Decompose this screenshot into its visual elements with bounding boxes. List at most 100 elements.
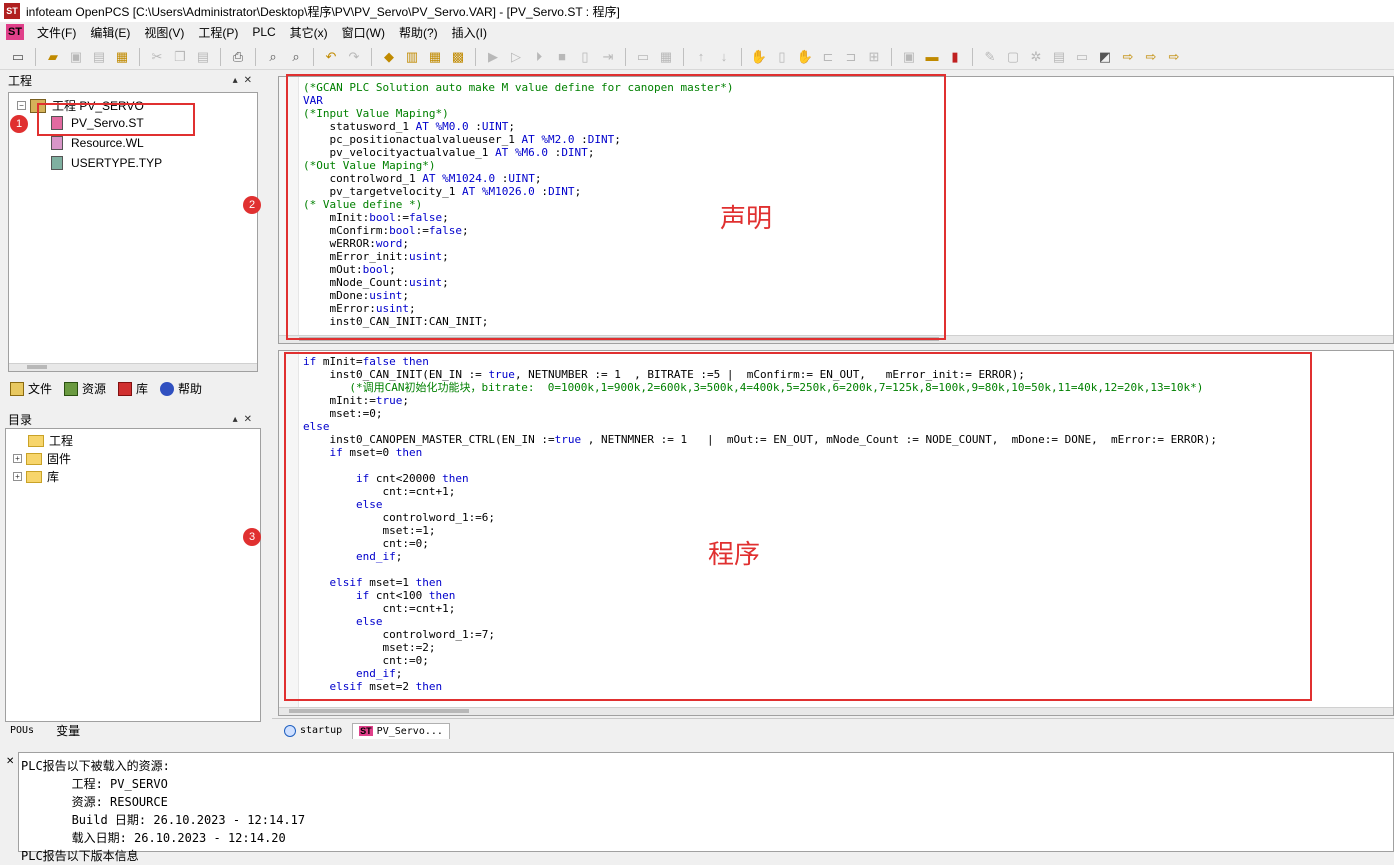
tab-variables[interactable]: 变量 bbox=[56, 722, 80, 739]
tab-label: 库 bbox=[136, 382, 149, 396]
arrow-up-icon[interactable]: ↑ bbox=[691, 47, 711, 67]
panel-controls-icon[interactable]: ▴✕ bbox=[233, 414, 258, 425]
tab-files[interactable]: 文件 bbox=[10, 380, 52, 397]
scroll-thumb[interactable] bbox=[289, 709, 469, 713]
highlight-box-file bbox=[37, 103, 195, 136]
save-icon[interactable]: ▣ bbox=[66, 47, 86, 67]
chip-icon[interactable]: ▣ bbox=[899, 47, 919, 67]
fork-icon[interactable]: ⊞ bbox=[864, 47, 884, 67]
connector-icon[interactable]: ▬ bbox=[922, 47, 942, 67]
menu-insert[interactable]: 插入(I) bbox=[445, 24, 494, 41]
download-icon[interactable]: ▦ bbox=[425, 47, 445, 67]
tree-file-label: USERTYPE.TYP bbox=[71, 156, 163, 170]
expand-icon[interactable]: + bbox=[13, 454, 22, 463]
tab-pous[interactable]: POUs bbox=[10, 725, 34, 736]
highlight-box-program bbox=[284, 352, 1312, 701]
startup-icon bbox=[284, 724, 296, 737]
monitor-icon[interactable]: ▭ bbox=[633, 47, 653, 67]
grid-icon[interactable]: ▦ bbox=[656, 47, 676, 67]
toolbar-separator bbox=[891, 47, 892, 66]
export-icon[interactable]: ⇨ bbox=[1118, 47, 1138, 67]
search-icon[interactable]: ⌕ bbox=[263, 47, 283, 67]
tree-file-wl[interactable]: Resource.WL bbox=[51, 136, 144, 150]
hand-stop-icon[interactable]: ✋ bbox=[795, 47, 815, 67]
undo-icon[interactable]: ↶ bbox=[321, 47, 341, 67]
menu-window[interactable]: 窗口(W) bbox=[335, 24, 392, 41]
copy-icon[interactable]: ❐ bbox=[170, 47, 190, 67]
catalog-item-firmware[interactable]: + 固件 bbox=[13, 450, 71, 467]
save-disk-icon[interactable]: ▦ bbox=[112, 47, 132, 67]
expand-icon[interactable]: + bbox=[13, 472, 22, 481]
collapse-icon[interactable]: − bbox=[17, 101, 26, 110]
page-icon[interactable]: ▯ bbox=[772, 47, 792, 67]
st-logo-icon: ST bbox=[6, 24, 24, 40]
tab-label: 文件 bbox=[28, 382, 53, 396]
open-folder-icon[interactable]: ▰ bbox=[43, 47, 63, 67]
card-icon[interactable]: ▮ bbox=[945, 47, 965, 67]
online-icon[interactable]: ▩ bbox=[448, 47, 468, 67]
tool-wrench-icon[interactable]: ✎ bbox=[980, 47, 1000, 67]
resources-tab-icon bbox=[64, 381, 79, 396]
document-icon[interactable]: ▯ bbox=[575, 47, 595, 67]
menu-file[interactable]: 文件(F) bbox=[30, 24, 83, 41]
table-icon[interactable]: ▤ bbox=[1049, 47, 1069, 67]
menu-help[interactable]: 帮助(?) bbox=[392, 24, 445, 41]
tab-help[interactable]: 帮助 bbox=[160, 380, 202, 397]
project-panel-title: 工程 bbox=[8, 73, 33, 88]
hand-icon[interactable]: ✋ bbox=[749, 47, 769, 67]
toolbar-separator bbox=[741, 47, 742, 66]
menu-other[interactable]: 其它(x) bbox=[283, 24, 335, 41]
catalog-panel-header: 目录 ▴✕ bbox=[2, 411, 264, 427]
tree-scrollbar[interactable] bbox=[9, 363, 257, 371]
output-text: PLC报告以下被载入的资源: 工程: PV_SERVO 资源: RESOURCE… bbox=[21, 759, 306, 863]
catalog-item-project[interactable]: 工程 bbox=[28, 432, 73, 449]
highlight-box-declaration bbox=[286, 74, 946, 340]
annotation-badge: 3 bbox=[243, 528, 261, 546]
stop-icon[interactable]: ■ bbox=[552, 47, 572, 67]
network-icon[interactable]: ◩ bbox=[1095, 47, 1115, 67]
tab-startup[interactable]: startup bbox=[278, 723, 348, 739]
step-icon[interactable]: ▷ bbox=[506, 47, 526, 67]
cut-icon[interactable]: ✂ bbox=[147, 47, 167, 67]
panel-controls-icon[interactable]: ▴✕ bbox=[233, 75, 258, 86]
editor-tab-bar: startup ST PV_Servo... bbox=[272, 718, 1394, 742]
toolbar-separator bbox=[625, 47, 626, 66]
help-tab-icon bbox=[160, 381, 175, 396]
save-all-icon[interactable]: ▤ bbox=[89, 47, 109, 67]
build-icon[interactable]: ▥ bbox=[402, 47, 422, 67]
settings-icon[interactable]: ✲ bbox=[1026, 47, 1046, 67]
close-icon[interactable]: ✕ bbox=[6, 756, 14, 767]
import-icon[interactable]: ⇨ bbox=[1141, 47, 1161, 67]
find-next-icon[interactable]: ⌕ bbox=[286, 47, 306, 67]
program-scrollbar[interactable] bbox=[279, 707, 1393, 715]
redo-icon[interactable]: ↷ bbox=[344, 47, 364, 67]
paste-icon[interactable]: ▤ bbox=[193, 47, 213, 67]
branch-right-icon[interactable]: ⊐ bbox=[841, 47, 861, 67]
lock-icon[interactable]: ▢ bbox=[1003, 47, 1023, 67]
scroll-thumb[interactable] bbox=[27, 365, 47, 369]
catalog-item-library[interactable]: + 库 bbox=[13, 468, 59, 485]
step-over-icon[interactable]: ⇥ bbox=[598, 47, 618, 67]
transfer-icon[interactable]: ⇨ bbox=[1164, 47, 1184, 67]
arrow-down-icon[interactable]: ↓ bbox=[714, 47, 734, 67]
st-badge-icon: ST bbox=[359, 726, 373, 736]
run-icon[interactable]: ▶ bbox=[483, 47, 503, 67]
typ-file-icon bbox=[51, 156, 63, 170]
run-cycle-icon[interactable]: ⏵ bbox=[529, 47, 549, 67]
menu-edit[interactable]: 编辑(E) bbox=[83, 24, 137, 41]
folder-icon bbox=[26, 452, 42, 465]
tab-library[interactable]: 库 bbox=[118, 380, 148, 397]
menu-plc[interactable]: PLC bbox=[245, 25, 282, 39]
menu-project[interactable]: 工程(P) bbox=[191, 24, 245, 41]
program-annotation: 程序 bbox=[708, 540, 761, 570]
tab-pv-servo[interactable]: ST PV_Servo... bbox=[352, 722, 450, 739]
toolbar-separator bbox=[313, 47, 314, 66]
branch-icon[interactable]: ⊏ bbox=[818, 47, 838, 67]
monitor-alt-icon[interactable]: ▭ bbox=[1072, 47, 1092, 67]
tab-resources[interactable]: 资源 bbox=[64, 380, 106, 397]
new-file-icon[interactable]: ▭ bbox=[8, 47, 28, 67]
print-icon[interactable]: ⎙ bbox=[228, 47, 248, 67]
compile-icon[interactable]: ◆ bbox=[379, 47, 399, 67]
tree-file-typ[interactable]: USERTYPE.TYP bbox=[51, 156, 162, 170]
menu-view[interactable]: 视图(V) bbox=[137, 24, 191, 41]
